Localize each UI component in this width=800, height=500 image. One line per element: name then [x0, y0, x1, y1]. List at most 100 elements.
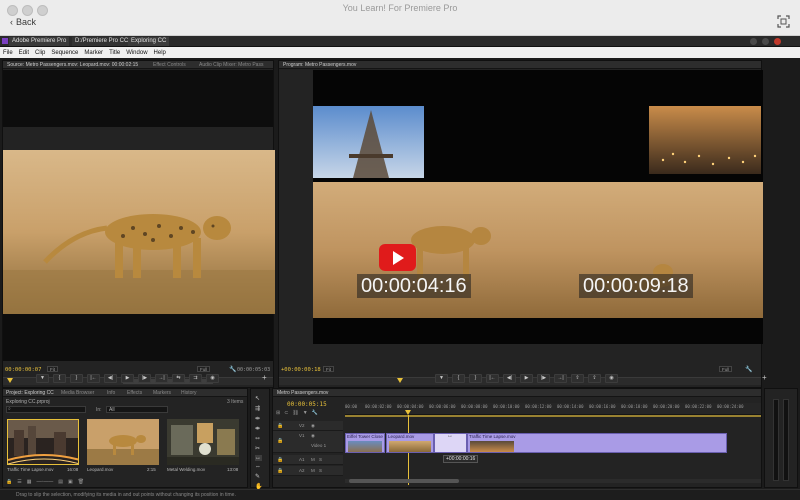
- minimize-icon[interactable]: [750, 38, 757, 45]
- clip-eiffel-tower[interactable]: Eiffel Tower Close: [345, 433, 385, 453]
- export-frame-button[interactable]: ◉: [206, 374, 219, 383]
- solo-icon[interactable]: S: [319, 457, 322, 462]
- lift-button[interactable]: ⇧: [571, 374, 584, 383]
- step-forward-button[interactable]: |▶: [138, 374, 151, 383]
- snap-icon[interactable]: ⊂: [284, 410, 288, 416]
- track-header-v1[interactable]: 🔒 V1 ◉ Video 1: [273, 431, 343, 453]
- project-search-input[interactable]: ⌕: [6, 406, 86, 413]
- lock-track-icon[interactable]: 🔒: [277, 457, 283, 463]
- menu-sequence[interactable]: Sequence: [51, 50, 78, 56]
- wrench-icon[interactable]: 🔧: [229, 366, 236, 373]
- scrollbar-thumb[interactable]: [349, 479, 459, 483]
- solo-icon[interactable]: S: [319, 468, 322, 473]
- mute-icon[interactable]: M: [311, 457, 315, 462]
- timeline-timecode[interactable]: 00:00:05:15: [287, 401, 327, 408]
- title-tab-project[interactable]: Exploring CC: [128, 37, 170, 46]
- new-bin-icon[interactable]: ▤: [58, 479, 63, 485]
- track-header-v2[interactable]: 🔒 V2 ◉: [273, 421, 343, 431]
- icon-view-icon[interactable]: ▦: [27, 479, 32, 485]
- menu-marker[interactable]: Marker: [84, 50, 103, 56]
- timeline-ruler[interactable]: 00:00 00:00:02:00 00:00:04:00 00:00:06:0…: [345, 403, 761, 415]
- pen-tool-icon[interactable]: ✎: [255, 473, 262, 480]
- close-icon[interactable]: [774, 38, 781, 45]
- tab-audio-clip-mixer[interactable]: Audio Clip Mixer: Metro Pass: [199, 62, 263, 68]
- tab-effect-controls[interactable]: Effect Controls: [153, 62, 186, 68]
- linked-selection-icon[interactable]: ⛓: [292, 410, 298, 416]
- slip-selection[interactable]: ↔: [434, 433, 467, 453]
- program-go-to-in-button[interactable]: |←: [486, 374, 499, 383]
- new-item-icon[interactable]: ▣: [68, 479, 73, 485]
- tab-source[interactable]: Source: Metro Passengers.mov: Leopard.mo…: [7, 62, 138, 68]
- thumb-leopard[interactable]: [87, 419, 159, 465]
- list-view-icon[interactable]: ☰: [17, 479, 21, 485]
- program-mark-in-button[interactable]: {: [452, 374, 465, 383]
- go-to-out-button[interactable]: →|: [155, 374, 168, 383]
- mute-icon[interactable]: M: [311, 468, 315, 473]
- thumb-metal-welding[interactable]: [167, 419, 239, 465]
- timeline-settings-icon[interactable]: 🔧: [312, 410, 318, 416]
- source-timecode-in[interactable]: 00:00:00:07: [5, 367, 41, 373]
- source-playhead[interactable]: [7, 378, 13, 383]
- tab-program[interactable]: Program: Metro Passengers.mov: [283, 62, 356, 68]
- tab-media-browser[interactable]: Media Browser: [61, 390, 94, 396]
- menu-window[interactable]: Window: [126, 50, 147, 56]
- mark-in-button[interactable]: {: [53, 374, 66, 383]
- menu-file[interactable]: File: [3, 50, 13, 56]
- lock-track-icon[interactable]: 🔒: [277, 423, 283, 429]
- mark-out-button[interactable]: }: [70, 374, 83, 383]
- rolling-edit-tool-icon[interactable]: ⇼: [255, 425, 262, 432]
- tab-project[interactable]: Project: Exploring CC: [6, 390, 54, 396]
- clip-leopard[interactable]: Leopard.mov: [386, 433, 434, 453]
- program-play-button[interactable]: ▶: [520, 374, 533, 383]
- razor-tool-icon[interactable]: ✂: [255, 445, 262, 452]
- menu-title[interactable]: Title: [109, 50, 120, 56]
- title-tab-folder[interactable]: D:/Premiere Pro CC: [72, 37, 132, 46]
- lock-track-icon[interactable]: 🔒: [277, 438, 283, 444]
- program-step-forward-button[interactable]: |▶: [537, 374, 550, 383]
- in-filter-select[interactable]: All: [106, 406, 168, 413]
- fullscreen-icon[interactable]: [777, 15, 790, 28]
- menu-edit[interactable]: Edit: [19, 50, 29, 56]
- menu-help[interactable]: Help: [154, 50, 166, 56]
- insert-button[interactable]: ⇆: [172, 374, 185, 383]
- program-marker-button[interactable]: ▼: [435, 374, 448, 383]
- program-export-frame-button[interactable]: ◉: [605, 374, 618, 383]
- program-go-to-out-button[interactable]: →|: [554, 374, 567, 383]
- timeline-horizontal-scrollbar[interactable]: [345, 479, 761, 483]
- clip-traffic-time-lapse[interactable]: Traffic Time Lapse.mov: [467, 433, 727, 453]
- slide-tool-icon[interactable]: ⇔: [255, 464, 262, 470]
- back-button[interactable]: ‹ Back: [10, 17, 36, 27]
- slip-tool-icon[interactable]: ↔: [255, 455, 263, 461]
- tab-history[interactable]: History: [181, 390, 197, 396]
- rate-stretch-tool-icon[interactable]: ⇿: [255, 435, 262, 442]
- thumb-traffic-time-lapse[interactable]: [7, 419, 79, 465]
- source-video-frame[interactable]: [3, 150, 275, 314]
- track-header-a1[interactable]: 🔒 A1 M S: [273, 455, 343, 465]
- eye-icon[interactable]: ◉: [311, 433, 315, 439]
- tab-sequence[interactable]: Metro Passengers.mov: [277, 390, 328, 396]
- program-timecode-in[interactable]: +00:00:00:18: [281, 367, 321, 373]
- selection-tool-icon[interactable]: ↖: [255, 395, 262, 402]
- add-marker-icon[interactable]: ▼: [303, 410, 308, 416]
- source-add-button[interactable]: +: [262, 373, 267, 382]
- extract-button[interactable]: ⇪: [588, 374, 601, 383]
- program-playhead[interactable]: [397, 378, 403, 383]
- program-add-button[interactable]: +: [762, 373, 767, 382]
- tab-info[interactable]: Info: [107, 390, 115, 396]
- lock-icon[interactable]: 🔒: [6, 479, 12, 485]
- title-tab-app[interactable]: Adobe Premiere Pro: [9, 37, 70, 46]
- track-select-tool-icon[interactable]: ⇶: [255, 405, 262, 412]
- program-wrench-icon[interactable]: 🔧: [745, 366, 752, 373]
- nest-toggle-icon[interactable]: ⊞: [276, 410, 280, 416]
- program-mark-out-button[interactable]: }: [469, 374, 482, 383]
- program-video-frame[interactable]: 00:00:04:16 00:00:09:18: [313, 70, 763, 344]
- eye-icon[interactable]: ◉: [311, 423, 315, 429]
- step-back-button[interactable]: ◀|: [104, 374, 117, 383]
- overwrite-button[interactable]: ⇉: [189, 374, 202, 383]
- program-step-back-button[interactable]: ◀|: [503, 374, 516, 383]
- track-header-a2[interactable]: 🔒 A2 M S: [273, 466, 343, 476]
- source-resolution-select[interactable]: Full: [197, 366, 211, 372]
- youtube-play-icon[interactable]: [379, 244, 416, 271]
- tab-markers[interactable]: Markers: [153, 390, 171, 396]
- program-resolution-select[interactable]: Full: [719, 366, 733, 372]
